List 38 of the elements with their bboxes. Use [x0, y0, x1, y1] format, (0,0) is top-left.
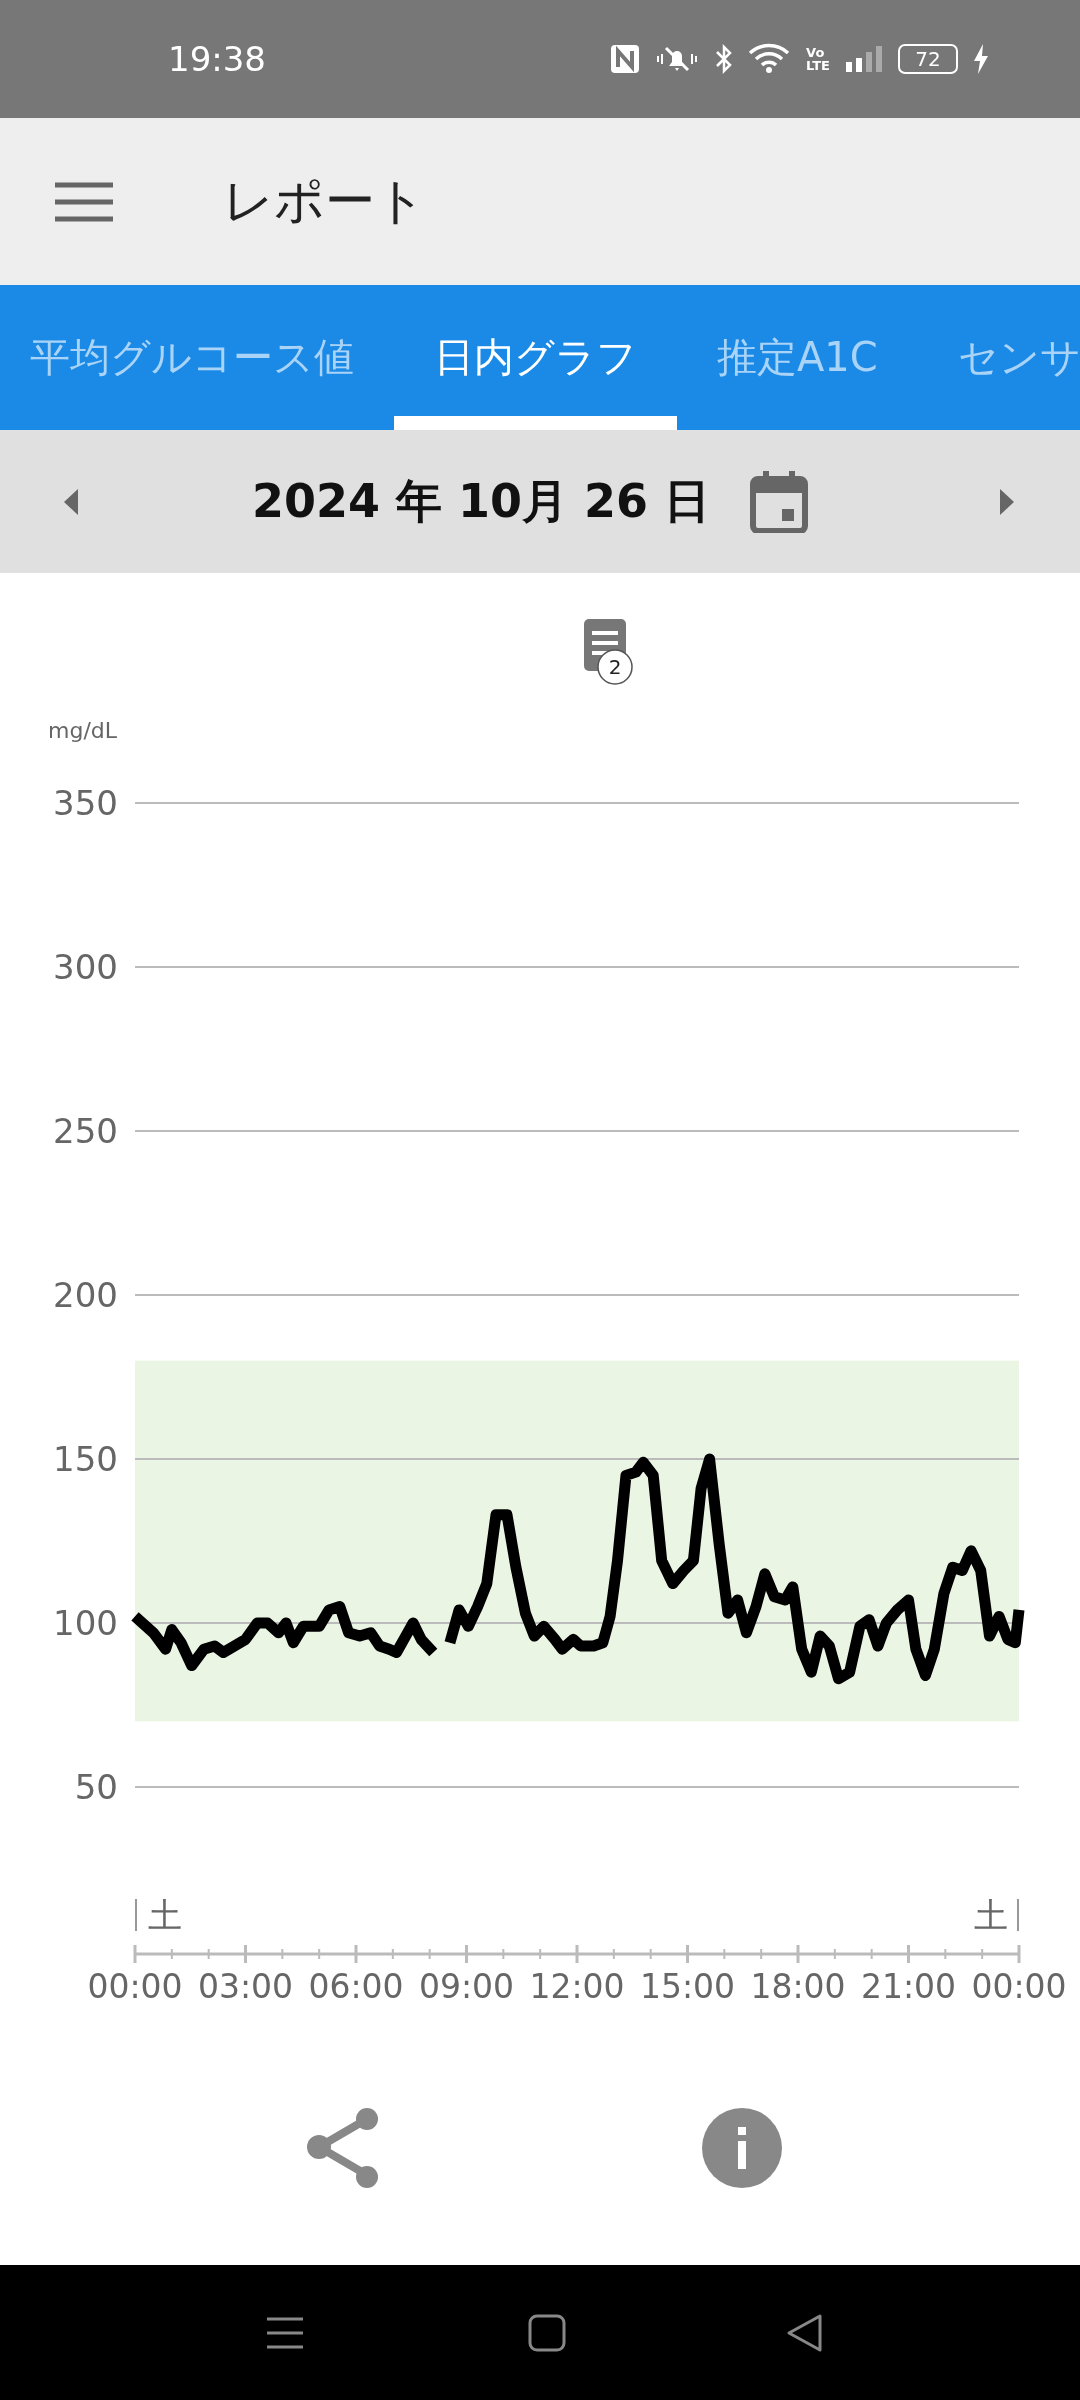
y-tick-label: 100 [53, 1603, 118, 1643]
tab[interactable]: センサ [917, 285, 1080, 430]
x-tick-label: 18:00 [750, 1967, 846, 2006]
x-tick-label: 09:00 [418, 1967, 515, 2006]
x-tick-label: 21:00 [860, 1967, 957, 2006]
day-label: 土 [974, 1895, 1008, 1935]
battery-icon: 72 [898, 44, 958, 74]
page-title: レポート [223, 171, 426, 232]
y-tick-label: 300 [53, 947, 118, 987]
signal-icon [844, 44, 884, 74]
x-tick-label: 03:00 [197, 1967, 294, 2006]
x-tick-label: 15:00 [639, 1967, 736, 2006]
day-label: 土 [148, 1895, 182, 1935]
x-tick-label: 06:00 [308, 1967, 404, 2006]
y-tick-label: 250 [53, 1111, 118, 1151]
calendar-icon[interactable] [750, 470, 809, 533]
home-icon[interactable] [527, 2312, 567, 2353]
date-label: 2024 年 10月 26 日 [252, 472, 711, 530]
tab[interactable]: 平均グルコース値 [0, 285, 394, 430]
share-icon[interactable] [305, 2106, 381, 2189]
x-tick-label: 00:00 [971, 1967, 1067, 2006]
status-time: 19:38 [168, 39, 266, 79]
y-tick-label: 50 [74, 1767, 118, 1807]
info-icon[interactable] [701, 2106, 783, 2189]
nfc-icon [610, 44, 641, 74]
y-tick-label: 200 [53, 1275, 118, 1315]
volte-icon: Vo LTE [806, 46, 830, 72]
y-tick-label: 350 [53, 783, 118, 823]
back-icon[interactable] [785, 2312, 825, 2353]
x-tick-label: 00:00 [87, 1967, 183, 2006]
note-icon[interactable] [584, 619, 633, 685]
y-tick-label: 150 [53, 1439, 118, 1479]
charging-icon [972, 43, 990, 75]
x-tick-label: 12:00 [529, 1967, 625, 2006]
note-count: 2 [608, 655, 622, 679]
axis-unit: mg/dL [48, 718, 118, 743]
tab[interactable]: 推定A1C [677, 285, 918, 430]
menu-icon[interactable] [55, 181, 113, 222]
